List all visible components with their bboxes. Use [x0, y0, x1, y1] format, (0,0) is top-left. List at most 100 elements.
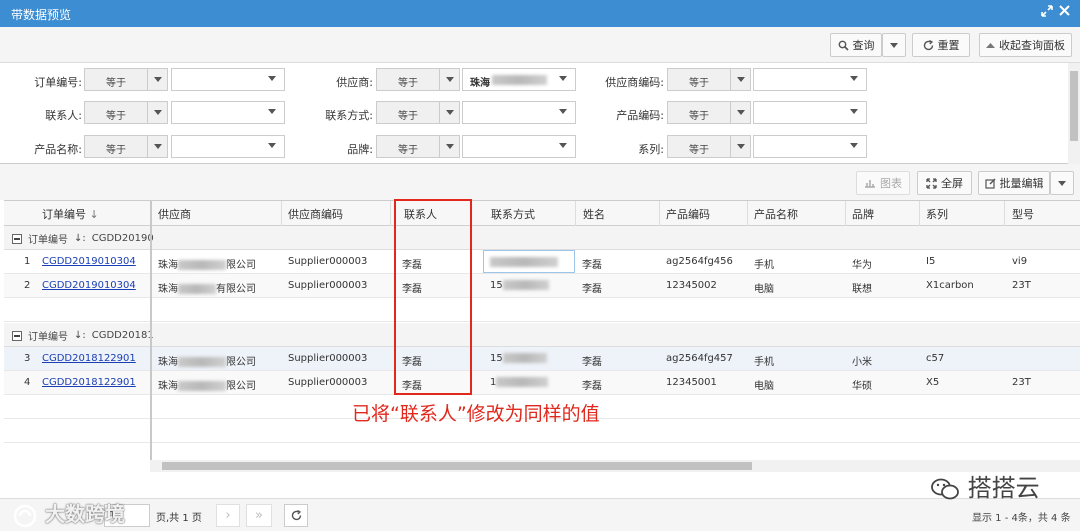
next-page-button[interactable]: ›: [216, 504, 240, 527]
filter-label-product-code: 产品编码:: [616, 109, 664, 122]
column-header-product-name[interactable]: 产品名称: [754, 206, 798, 222]
column-header-label: 订单编号: [42, 208, 86, 221]
chevron-down-icon[interactable]: [439, 102, 459, 123]
filter-value-product-code[interactable]: [753, 101, 867, 124]
chevron-down-icon[interactable]: [559, 76, 567, 81]
highlight-box: [394, 199, 472, 395]
filter-value-order-no[interactable]: [171, 68, 285, 91]
supplier-code-cell: Supplier000003: [288, 353, 368, 364]
collapse-panel-button[interactable]: 收起查询面板: [979, 33, 1072, 57]
supplier-suffix: 限公司: [226, 381, 256, 392]
order-link[interactable]: CGDD2019010304: [42, 256, 136, 267]
watermark-brand: 搭搭云: [930, 468, 1040, 503]
filter-value-product-name[interactable]: [171, 135, 285, 158]
column-header-order-no[interactable]: 订单编号 ↓: [42, 206, 99, 222]
chevron-down-icon[interactable]: [268, 76, 276, 81]
group-header: 订单编号 ↓: CGDD20181: [12, 328, 154, 343]
filter-value-contact[interactable]: [171, 101, 285, 124]
filter-value-supplier[interactable]: 珠海: [462, 68, 576, 91]
operator-value: 等于: [398, 145, 418, 156]
chevron-down-icon[interactable]: [730, 69, 750, 90]
row-number: 2: [24, 280, 31, 291]
watermark-text: 大数跨境: [44, 502, 125, 526]
chevron-down-icon[interactable]: [147, 136, 167, 157]
chevron-down-icon[interactable]: [268, 109, 276, 114]
collapse-group-icon[interactable]: [12, 330, 22, 341]
column-divider: [659, 201, 660, 226]
filter-operator-series[interactable]: 等于: [667, 135, 751, 158]
chevron-down-icon[interactable]: [850, 76, 858, 81]
column-header-name[interactable]: 姓名: [583, 206, 605, 222]
column-header-series[interactable]: 系列: [926, 206, 948, 222]
column-header-product-code[interactable]: 产品编码: [666, 206, 710, 222]
filter-operator-brand[interactable]: 等于: [376, 135, 460, 158]
model-cell: 23T: [1012, 377, 1031, 388]
filter-operator-supplier[interactable]: 等于: [376, 68, 460, 91]
filter-operator-order-no[interactable]: 等于: [84, 68, 168, 91]
column-header-model[interactable]: 型号: [1012, 206, 1034, 222]
chevron-down-icon[interactable]: [850, 109, 858, 114]
filter-value-series[interactable]: [753, 135, 867, 158]
contact-info-edit-field[interactable]: [483, 250, 575, 273]
order-link[interactable]: CGDD2019010304: [42, 280, 136, 291]
chevron-down-icon[interactable]: [559, 109, 567, 114]
filter-value-contact-info[interactable]: [462, 101, 576, 124]
table-row[interactable]: 2 CGDD2019010304 珠海 有限公司 Supplier000003 李…: [4, 274, 1080, 298]
column-header-supplier-code[interactable]: 供应商编码: [288, 206, 343, 222]
chart-button-label: 图表: [880, 177, 902, 190]
filter-operator-contact[interactable]: 等于: [84, 101, 168, 124]
chevron-down-icon[interactable]: [147, 69, 167, 90]
chevron-down-icon[interactable]: [268, 143, 276, 148]
watermark-logo: 大数跨境: [12, 498, 125, 529]
chevron-down-icon[interactable]: [559, 143, 567, 148]
filter-label-supplier-code: 供应商编码:: [605, 76, 664, 89]
filter-value-supplier-code[interactable]: [753, 68, 867, 91]
group-row[interactable]: 订单编号 ↓: CGDD20181: [4, 323, 1080, 347]
chevron-down-icon: [1058, 180, 1066, 186]
chevron-down-icon[interactable]: [439, 69, 459, 90]
window-titlebar: 带数据预览: [0, 0, 1080, 27]
filter-operator-product-code[interactable]: 等于: [667, 101, 751, 124]
batch-edit-button[interactable]: 批量编辑: [978, 171, 1050, 195]
scrollbar-thumb[interactable]: [162, 462, 752, 470]
close-icon[interactable]: [1059, 5, 1070, 20]
chart-button[interactable]: 图表: [856, 171, 910, 195]
chevron-down-icon[interactable]: [850, 143, 858, 148]
group-value: CGDD20181: [91, 330, 154, 341]
expand-icon[interactable]: [1041, 5, 1053, 21]
filter-operator-product-name[interactable]: 等于: [84, 135, 168, 158]
chevron-down-icon[interactable]: [439, 136, 459, 157]
reset-button[interactable]: 重置: [912, 33, 970, 57]
data-grid: 订单编号 ↓ 供应商 供应商编码 联系人 联系方式 姓名 产品编码 产品名称 品…: [4, 200, 1080, 498]
filter-scrollbar[interactable]: [1068, 63, 1080, 164]
order-link[interactable]: CGDD2018122901: [42, 353, 136, 364]
column-header-contact-info[interactable]: 联系方式: [491, 206, 535, 222]
fullscreen-button[interactable]: 全屏: [917, 171, 972, 195]
column-header-supplier[interactable]: 供应商: [158, 206, 191, 222]
watermark-text: 搭搭云: [967, 474, 1040, 502]
sort-desc-icon[interactable]: ↓: [90, 208, 99, 221]
filter-operator-contact-info[interactable]: 等于: [376, 101, 460, 124]
supplier-suffix: 限公司: [226, 260, 256, 271]
chevron-down-icon[interactable]: [147, 102, 167, 123]
chevron-down-icon[interactable]: [730, 136, 750, 157]
order-link[interactable]: CGDD2018122901: [42, 377, 136, 388]
query-dropdown-button[interactable]: [882, 33, 906, 57]
supplier-prefix: 珠海: [158, 284, 178, 295]
chevron-down-icon[interactable]: [730, 102, 750, 123]
query-toolbar: 查询 重置 收起查询面板: [0, 27, 1080, 63]
scrollbar-thumb[interactable]: [1070, 71, 1078, 141]
last-page-button[interactable]: »: [246, 504, 272, 527]
filter-operator-supplier-code[interactable]: 等于: [667, 68, 751, 91]
refresh-button[interactable]: [284, 504, 308, 527]
table-row[interactable]: 3 CGDD2018122901 珠海 限公司 Supplier000003 李磊…: [4, 347, 1080, 371]
column-header-brand[interactable]: 品牌: [852, 206, 874, 222]
supplier-code-cell: Supplier000003: [288, 280, 368, 291]
table-row[interactable]: 4 CGDD2018122901 珠海 限公司 Supplier000003 李磊…: [4, 371, 1080, 395]
group-row[interactable]: 订单编号 ↓: CGDD20190: [4, 226, 1080, 250]
collapse-group-icon[interactable]: [12, 233, 22, 244]
batch-edit-dropdown[interactable]: [1050, 171, 1074, 195]
filter-value-brand[interactable]: [462, 135, 576, 158]
table-row[interactable]: 1 CGDD2019010304 珠海 限公司 Supplier000003 李磊…: [4, 250, 1080, 274]
query-button[interactable]: 查询: [830, 33, 882, 57]
